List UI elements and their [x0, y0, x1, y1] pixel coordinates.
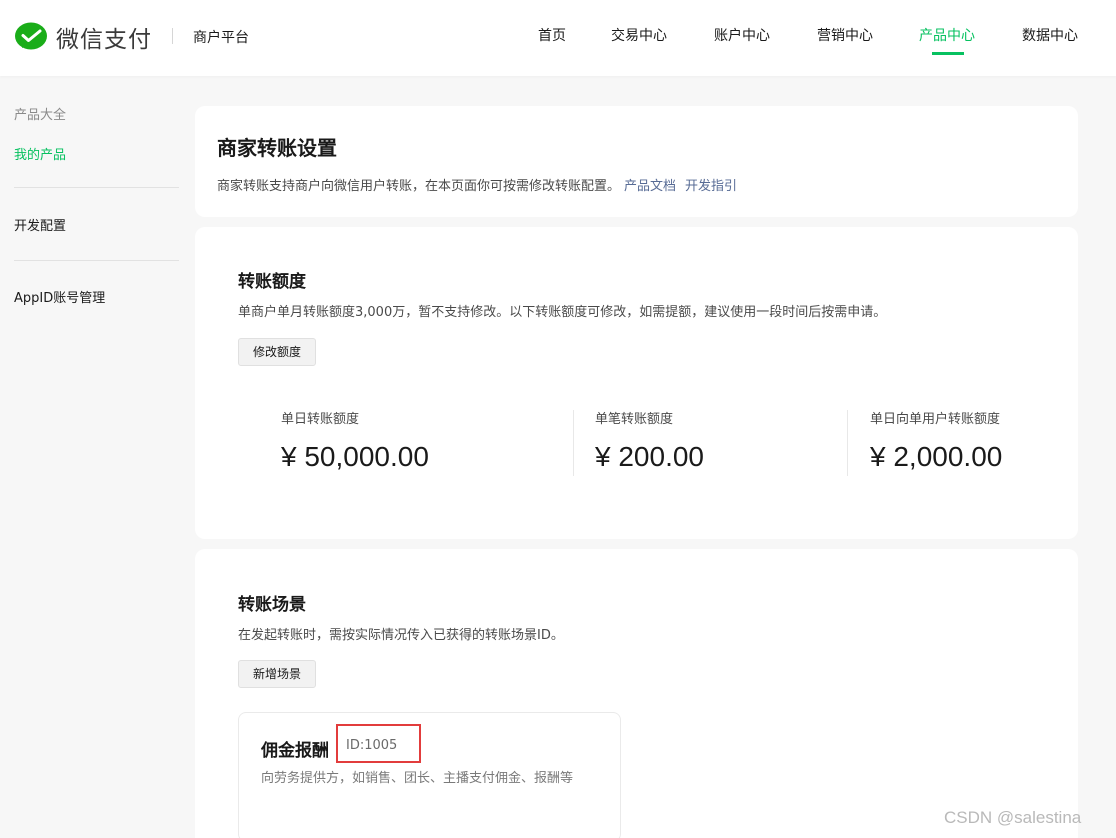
scenes-card: 转账场景 在发起转账时，需按实际情况传入已获得的转账场景ID。 新增场景 佣金报…	[195, 549, 1078, 838]
scene-name: 佣金报酬	[261, 741, 329, 761]
stat-divider	[847, 410, 848, 476]
scene-card[interactable]: 佣金报酬 ID:1005 向劳务提供方，如销售、团长、主播支付佣金、报酬等	[238, 712, 621, 838]
nav-item-account-center[interactable]: 账户中心	[714, 25, 770, 45]
nav-active-indicator	[932, 52, 964, 55]
stat-divider	[573, 410, 574, 476]
sidebar-item-dev-config[interactable]: 开发配置	[14, 215, 66, 234]
intro-description: 商家转账支持商户向微信用户转账，在本页面你可按需修改转账配置。 产品文档 开发指引	[217, 175, 737, 194]
scene-description: 向劳务提供方，如销售、团长、主播支付佣金、报酬等	[261, 771, 574, 786]
dev-guide-link[interactable]: 开发指引	[685, 179, 737, 194]
sidebar-group-title: 产品大全	[14, 108, 67, 123]
quota-description: 单商户单月转账额度3,000万，暂不支持修改。以下转账额度可修改，如需提额，建议…	[238, 305, 887, 320]
daily-quota-label: 单日转账额度	[281, 412, 360, 427]
scene-id-badge: ID:1005	[336, 724, 421, 763]
modify-quota-button[interactable]: 修改额度	[238, 338, 317, 366]
nav-item-marketing-center[interactable]: 营销中心	[817, 25, 873, 45]
sidebar-divider	[14, 260, 179, 261]
brand-divider	[172, 28, 173, 44]
nav-item-data-center[interactable]: 数据中心	[1022, 25, 1078, 45]
nav-item-home[interactable]: 首页	[538, 25, 566, 45]
per-user-daily-quota-value: ¥ 2,000.00	[870, 441, 1003, 472]
nav-item-product-center[interactable]: 产品中心	[919, 25, 975, 45]
scenes-section-title: 转账场景	[238, 595, 306, 615]
sidebar-item-appid-management[interactable]: AppID账号管理	[14, 287, 105, 306]
intro-description-text: 商家转账支持商户向微信用户转账，在本页面你可按需修改转账配置。	[217, 179, 621, 194]
brand-name: 微信支付	[56, 27, 152, 53]
sidebar-item-my-products[interactable]: 我的产品	[14, 144, 66, 163]
intro-card: 商家转账设置 商家转账支持商户向微信用户转账，在本页面你可按需修改转账配置。 产品…	[195, 106, 1078, 217]
wechat-pay-logo-icon[interactable]	[14, 21, 48, 53]
platform-name: 商户平台	[193, 30, 249, 46]
single-quota-label: 单笔转账额度	[595, 412, 674, 427]
scenes-description: 在发起转账时，需按实际情况传入已获得的转账场景ID。	[238, 628, 564, 643]
quota-card: 转账额度 单商户单月转账额度3,000万，暂不支持修改。以下转账额度可修改，如需…	[195, 227, 1078, 539]
nav-item-trade-center[interactable]: 交易中心	[611, 25, 667, 45]
top-header: 微信支付 商户平台 首页 交易中心 账户中心 营销中心 产品中心 数据中心	[0, 0, 1116, 76]
watermark: CSDN @salestina	[944, 808, 1082, 827]
single-quota-value: ¥ 200.00	[595, 441, 704, 472]
add-scene-button[interactable]: 新增场景	[238, 660, 317, 688]
per-user-daily-quota-label: 单日向单用户转账额度	[870, 412, 1001, 427]
product-doc-link[interactable]: 产品文档	[624, 179, 676, 194]
page-title: 商家转账设置	[217, 136, 337, 160]
sidebar-divider	[14, 187, 179, 188]
daily-quota-value: ¥ 50,000.00	[281, 441, 429, 472]
quota-section-title: 转账额度	[238, 272, 306, 292]
